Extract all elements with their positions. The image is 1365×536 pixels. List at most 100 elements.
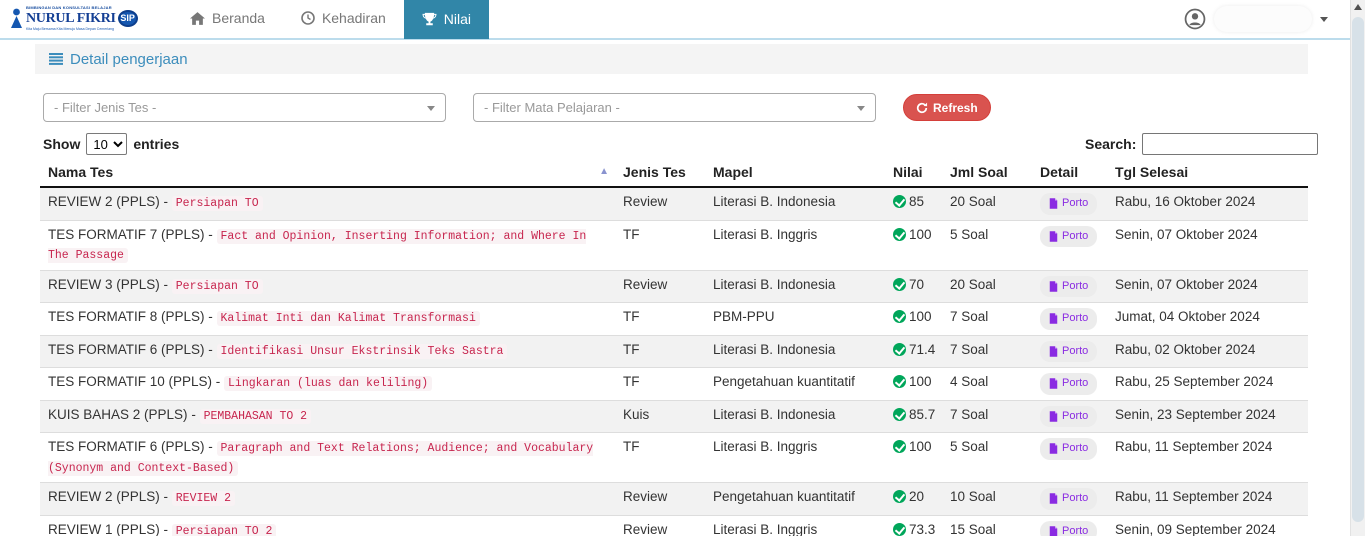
porto-button[interactable]: Porto [1040,438,1097,460]
soal-cell: 7 Soal [942,303,1032,336]
jenis-cell: Review [615,483,705,516]
test-topic: REVIEW 2 [172,491,235,506]
logo-name: NURUL FIKRI [26,12,116,26]
file-icon [1049,346,1058,357]
porto-button[interactable]: Porto [1040,488,1097,510]
filter-mata-pelajaran-select[interactable]: - Filter Mata Pelajaran - [473,93,876,122]
refresh-button[interactable]: Refresh [903,94,991,121]
table-row: REVIEW 3 (PPLS) - Persiapan TO Review Li… [40,270,1308,303]
panel-header: Detail pengerjaan [35,44,1308,74]
filter-mata-pelajaran-placeholder: - Filter Mata Pelajaran - [484,100,620,115]
tgl-cell: Senin, 07 Oktober 2024 [1107,270,1308,303]
score-value: 100 [909,374,932,389]
soal-cell: 5 Soal [942,220,1032,270]
porto-button[interactable]: Porto [1040,226,1097,248]
check-circle-icon [893,228,906,241]
check-circle-icon [893,490,906,503]
tgl-cell: Rabu, 25 September 2024 [1107,368,1308,401]
page-length-select[interactable]: 10 [86,133,127,155]
chevron-down-icon [427,106,435,111]
vertical-scrollbar[interactable] [1350,0,1365,536]
refresh-icon [916,102,928,114]
score-value: 85 [909,194,924,209]
header-jml-soal[interactable]: Jml Soal [942,160,1032,187]
user-avatar-icon [1184,8,1206,30]
test-topic: Persiapan TO [172,279,263,294]
test-name: TES FORMATIF 10 (PPLS) [48,374,212,389]
porto-button[interactable]: Porto [1040,521,1097,536]
test-name: REVIEW 3 (PPLS) [48,277,160,292]
test-topic: Kalimat Inti dan Kalimat Transformasi [217,311,480,326]
porto-button[interactable]: Porto [1040,341,1097,363]
table-row: TES FORMATIF 6 (PPLS) - Identifikasi Uns… [40,335,1308,368]
user-menu[interactable] [1184,0,1328,38]
jenis-cell: TF [615,220,705,270]
porto-button[interactable]: Porto [1040,308,1097,330]
jenis-cell: Review [615,270,705,303]
table-row: REVIEW 1 (PPLS) - Persiapan TO 2 Review … [40,515,1308,536]
header-tgl-selesai[interactable]: Tgl Selesai [1107,160,1308,187]
entries-label: entries [133,136,179,152]
tgl-cell: Rabu, 02 Oktober 2024 [1107,335,1308,368]
porto-button[interactable]: Porto [1040,276,1097,298]
mapel-cell: Literasi B. Indonesia [705,187,885,220]
nav-label: Beranda [212,10,265,26]
search-input[interactable] [1142,133,1318,155]
file-icon [1049,411,1058,422]
list-icon [49,53,63,65]
clock-icon [301,11,315,25]
test-name: TES FORMATIF 6 (PPLS) [48,439,205,454]
filter-jenis-tes-select[interactable]: - Filter Jenis Tes - [43,93,446,122]
header-jenis-tes[interactable]: Jenis Tes [615,160,705,187]
nav-item-beranda[interactable]: Beranda [172,0,283,37]
score-value: 100 [909,227,932,242]
jenis-cell: Kuis [615,400,705,433]
tgl-cell: Jumat, 04 Oktober 2024 [1107,303,1308,336]
test-name: TES FORMATIF 8 (PPLS) [48,309,205,324]
logo-tagline: Kita Maju Bersama Kita Menuju Masa Depan… [26,28,138,32]
scroll-up-icon[interactable] [1354,4,1362,10]
score-value: 71.4 [909,342,935,357]
nav-label: Kehadiran [322,10,386,26]
test-topic: Identifikasi Unsur Ekstrinsik Teks Sastr… [217,344,508,359]
check-circle-icon [893,195,906,208]
table-header-row: Nama Tes▲ Jenis Tes Mapel Nilai Jml Soal… [40,160,1308,187]
scrollbar-thumb[interactable] [1352,17,1364,522]
user-name-redacted [1214,6,1312,32]
check-circle-icon [893,440,906,453]
header-mapel[interactable]: Mapel [705,160,885,187]
results-table: Nama Tes▲ Jenis Tes Mapel Nilai Jml Soal… [40,160,1308,536]
porto-button[interactable]: Porto [1040,406,1097,428]
soal-cell: 20 Soal [942,270,1032,303]
mapel-cell: Literasi B. Inggris [705,220,885,270]
table-row: REVIEW 2 (PPLS) - REVIEW 2 Review Penget… [40,483,1308,516]
header-nama-tes[interactable]: Nama Tes▲ [40,160,615,187]
jenis-cell: Review [615,515,705,536]
app-logo[interactable]: BIMBINGAN DAN KONSULTASI BELAJAR NURUL F… [10,6,140,32]
logo-person-icon [10,8,23,30]
soal-cell: 5 Soal [942,433,1032,483]
table-row: REVIEW 2 (PPLS) - Persiapan TO Review Li… [40,187,1308,220]
score-value: 73.3 [909,522,935,536]
test-name: KUIS BAHAS 2 (PPLS) [48,407,188,422]
tgl-cell: Senin, 09 September 2024 [1107,515,1308,536]
tgl-cell: Senin, 23 September 2024 [1107,400,1308,433]
test-name: TES FORMATIF 7 (PPLS) [48,227,205,242]
porto-button[interactable]: Porto [1040,373,1097,395]
test-topic: Lingkaran (luas dan keliling) [224,376,432,391]
file-icon [1049,378,1058,389]
porto-button[interactable]: Porto [1040,193,1097,215]
nav-item-kehadiran[interactable]: Kehadiran [283,0,404,37]
test-name: REVIEW 1 (PPLS) [48,522,160,536]
trophy-icon [422,12,437,26]
tgl-cell: Rabu, 16 Oktober 2024 [1107,187,1308,220]
page-title: Detail pengerjaan [70,51,188,68]
tgl-cell: Rabu, 11 September 2024 [1107,483,1308,516]
filter-jenis-tes-placeholder: - Filter Jenis Tes - [54,100,156,115]
nav-item-nilai[interactable]: Nilai [404,0,489,39]
header-detail[interactable]: Detail [1032,160,1107,187]
header-nilai[interactable]: Nilai [885,160,942,187]
jenis-cell: TF [615,368,705,401]
soal-cell: 10 Soal [942,483,1032,516]
refresh-label: Refresh [933,101,978,115]
